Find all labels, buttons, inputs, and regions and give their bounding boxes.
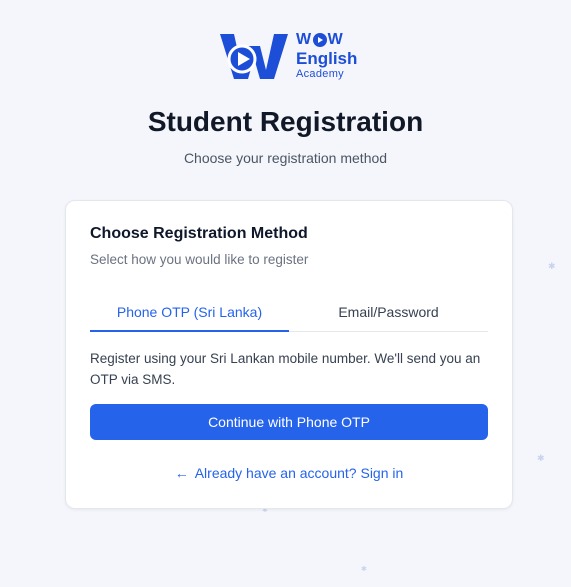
logo-academy: Academy <box>296 68 344 80</box>
logo-wordmark: W W English Academy <box>296 32 357 80</box>
sparkle-icon: ✱ <box>537 453 545 463</box>
sparkle-icon: ✱ <box>361 566 367 573</box>
tab-email-password[interactable]: Email/Password <box>289 297 488 331</box>
logo-mark-icon <box>220 34 288 79</box>
logo-wow: W W <box>296 32 357 48</box>
logo-english: English <box>296 49 358 68</box>
logo-wow-suffix: W <box>327 31 344 48</box>
arrow-left-icon: ← <box>174 465 189 481</box>
tab-phone-otp[interactable]: Phone OTP (Sri Lanka) <box>90 297 289 332</box>
page-subtitle: Choose your registration method <box>183 150 388 166</box>
signin-link[interactable]: ← Already have an account? Sign in <box>66 465 512 481</box>
card-description: Select how you would like to register <box>90 252 309 267</box>
card-title: Choose Registration Method <box>90 225 308 242</box>
sparkle-icon: ✱ <box>548 261 556 271</box>
phone-otp-description: Register using your Sri Lankan mobile nu… <box>90 351 481 387</box>
logo-wow-prefix: W <box>296 31 312 48</box>
registration-card: Choose Registration Method Select how yo… <box>65 200 513 509</box>
registration-tabs: Phone OTP (Sri Lanka) Email/Password <box>90 297 488 332</box>
signin-link-label: Already have an account? Sign in <box>194 465 404 481</box>
continue-phone-otp-button[interactable]: Continue with Phone OTP <box>90 404 488 440</box>
page-title: Student Registration <box>147 106 424 137</box>
play-icon <box>312 33 327 47</box>
brand-logo[interactable]: W W English Academy <box>220 32 357 80</box>
